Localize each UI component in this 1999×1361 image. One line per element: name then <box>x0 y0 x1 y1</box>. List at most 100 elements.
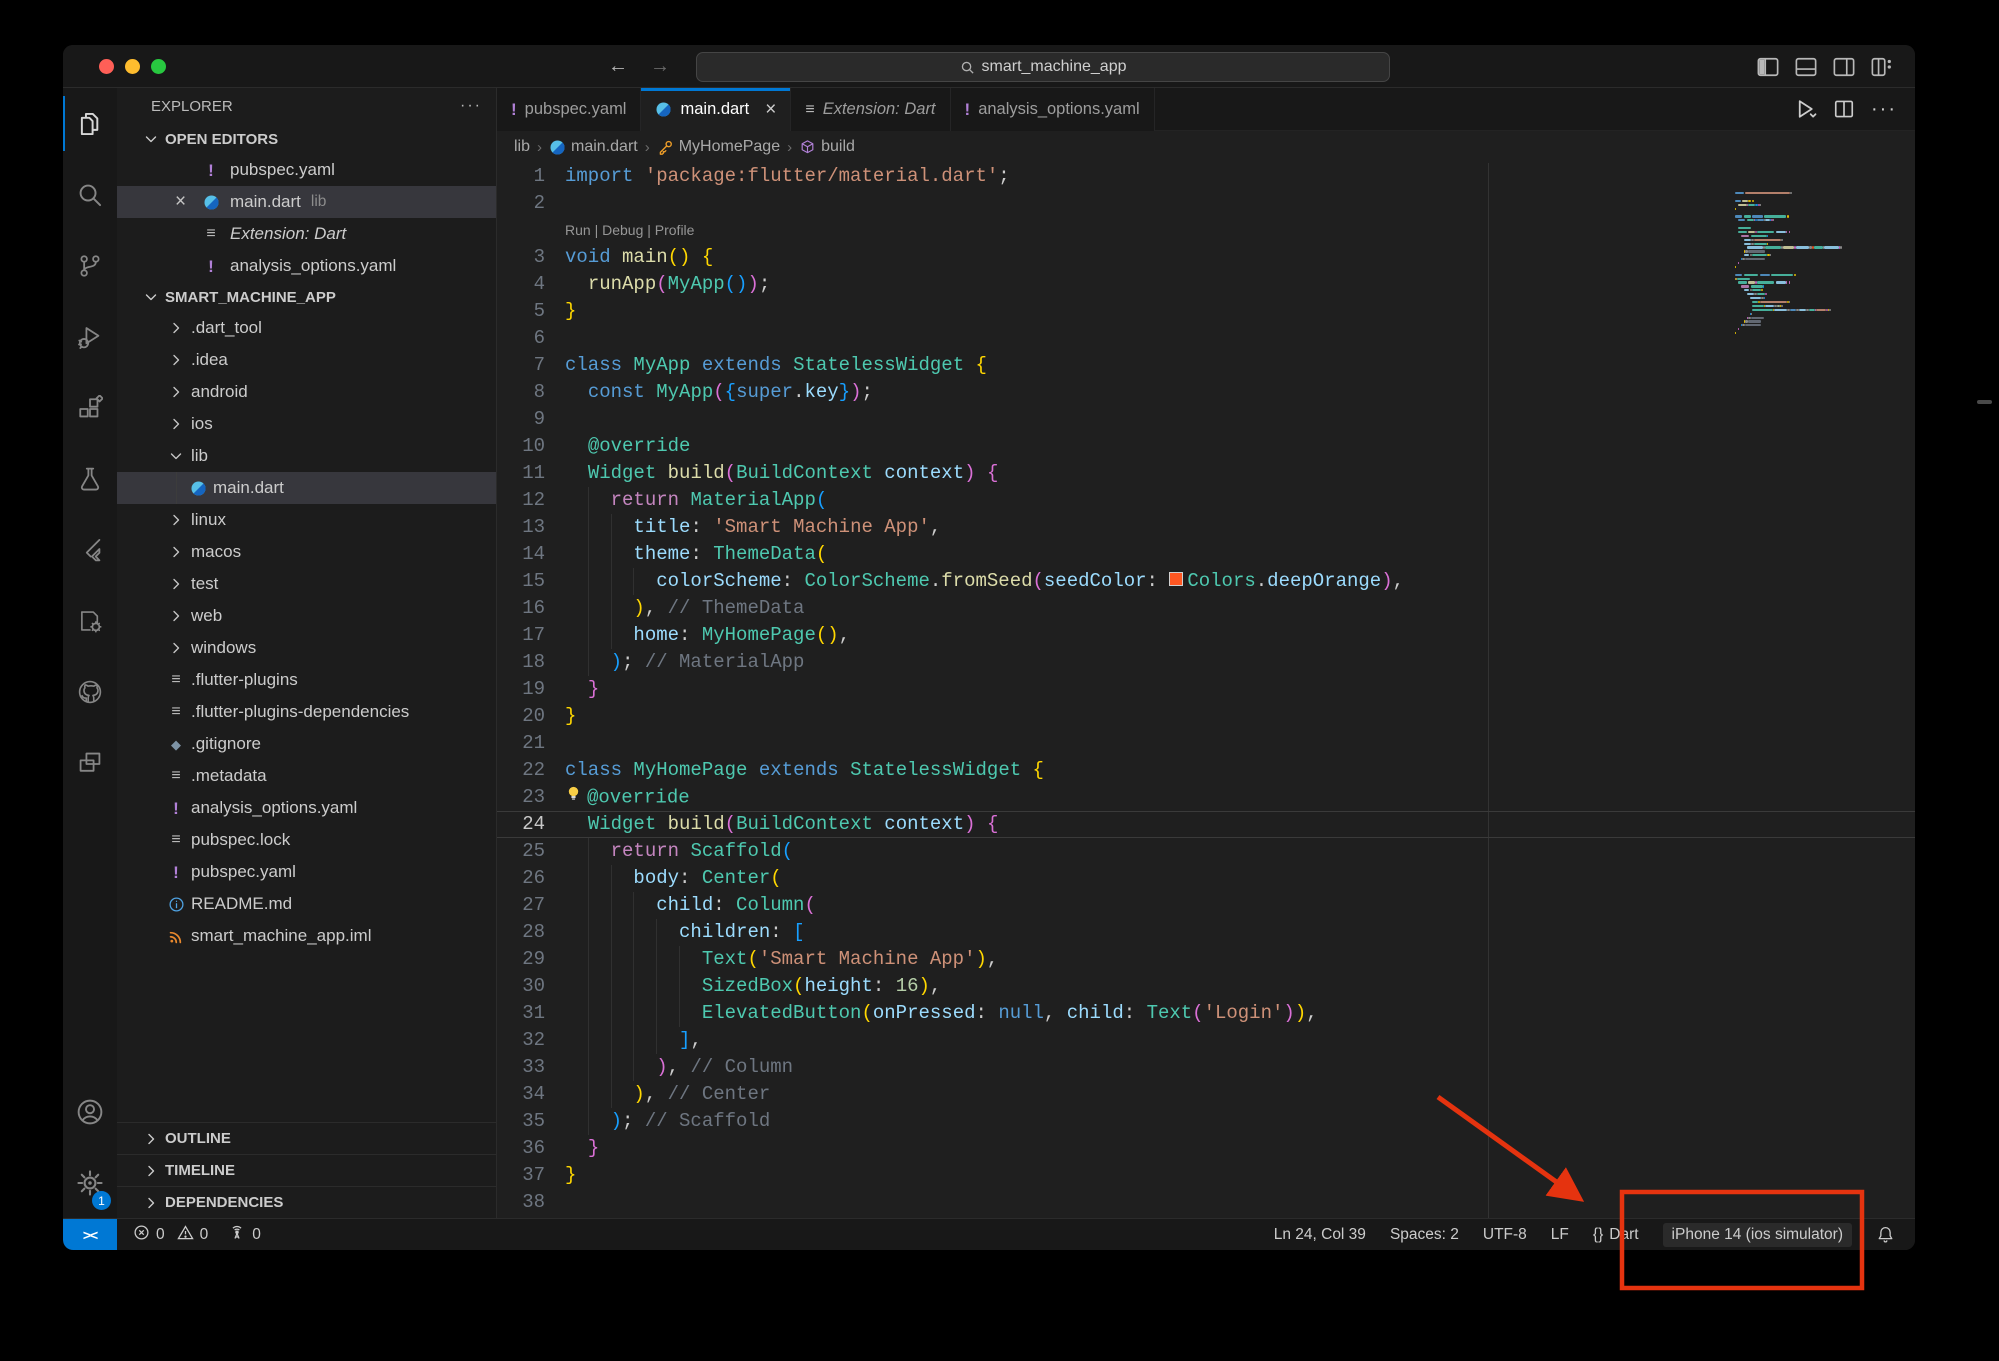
code-line-8[interactable]: 8 const MyApp({super.key}); <box>497 379 1915 406</box>
activity-remote-explorer[interactable] <box>63 727 117 798</box>
code-line-18[interactable]: 18 ); // MaterialApp <box>497 649 1915 676</box>
codelens-row[interactable]: Run | Debug | Profile <box>497 217 1915 244</box>
close-editor-icon[interactable]: × <box>175 191 186 213</box>
activity-project[interactable] <box>63 585 117 656</box>
tree-item--flutter-plugins-dependencies[interactable]: ≡.flutter-plugins-dependencies <box>117 696 496 728</box>
split-editor-icon[interactable] <box>1833 98 1855 120</box>
tree-item--idea[interactable]: .idea <box>117 344 496 376</box>
status-notifications[interactable] <box>1876 1225 1895 1244</box>
ports-indicator[interactable]: 0 <box>228 1223 261 1246</box>
code-line-35[interactable]: 35 ); // Scaffold <box>497 1108 1915 1135</box>
open-editors-header[interactable]: OPEN EDITORS <box>117 124 496 154</box>
code-line-37[interactable]: 37} <box>497 1162 1915 1189</box>
navigate-forward-button[interactable]: → <box>650 55 670 78</box>
code-line-33[interactable]: 33 ), // Column <box>497 1054 1915 1081</box>
section-timeline[interactable]: TIMELINE <box>117 1154 496 1186</box>
code-line-19[interactable]: 19 } <box>497 676 1915 703</box>
tree-item-main-dart[interactable]: main.dart <box>117 472 496 504</box>
lightbulb-icon[interactable] <box>565 784 587 811</box>
code-line-28[interactable]: 28 children: [ <box>497 919 1915 946</box>
code-line-7[interactable]: 7class MyApp extends StatelessWidget { <box>497 352 1915 379</box>
tree-item-lib[interactable]: lib <box>117 440 496 472</box>
run-or-debug-icon[interactable] <box>1793 97 1817 121</box>
layout-customize-icon[interactable] <box>1871 56 1893 78</box>
code-line-4[interactable]: 4 runApp(MyApp()); <box>497 271 1915 298</box>
project-root-header[interactable]: SMART_MACHINE_APP <box>117 282 496 312</box>
code-line-15[interactable]: 15 colorScheme: ColorScheme.fromSeed(see… <box>497 568 1915 595</box>
code-line-14[interactable]: 14 theme: ThemeData( <box>497 541 1915 568</box>
code-line-17[interactable]: 17 home: MyHomePage(), <box>497 622 1915 649</box>
close-tab-icon[interactable]: × <box>765 99 776 121</box>
tree-item--gitignore[interactable]: ◆.gitignore <box>117 728 496 760</box>
code-line-3[interactable]: 3void main() { <box>497 244 1915 271</box>
minimize-window-button[interactable] <box>125 59 140 74</box>
close-window-button[interactable] <box>99 59 114 74</box>
code-line-5[interactable]: 5} <box>497 298 1915 325</box>
code-line-30[interactable]: 30 SizedBox(height: 16), <box>497 973 1915 1000</box>
breadcrumb-build[interactable]: build <box>799 138 855 156</box>
code-line-11[interactable]: 11 Widget build(BuildContext context) { <box>497 460 1915 487</box>
activity-explorer[interactable] <box>63 88 117 159</box>
breadcrumb-myhomepage[interactable]: MyHomePage <box>657 138 780 156</box>
color-swatch-deep-orange[interactable] <box>1169 572 1183 586</box>
tab-analysis-options-yaml[interactable]: !analysis_options.yaml <box>951 88 1155 131</box>
tree-item-macos[interactable]: macos <box>117 536 496 568</box>
activity-source-control[interactable] <box>63 230 117 301</box>
code-editor[interactable]: 1import 'package:flutter/material.dart';… <box>497 163 1915 1218</box>
open-editor-analysis-options-yaml[interactable]: !analysis_options.yaml <box>117 250 496 282</box>
code-line-36[interactable]: 36 } <box>497 1135 1915 1162</box>
more-actions-icon[interactable]: ··· <box>1871 99 1897 119</box>
activity-run-debug[interactable] <box>63 301 117 372</box>
code-line-29[interactable]: 29 Text('Smart Machine App'), <box>497 946 1915 973</box>
explorer-more-actions-icon[interactable]: ··· <box>460 97 482 115</box>
tree-item-smart-machine-app-iml[interactable]: smart_machine_app.iml <box>117 920 496 952</box>
layout-panel-icon[interactable] <box>1795 56 1817 78</box>
activity-testing[interactable] <box>63 443 117 514</box>
activity-search[interactable] <box>63 159 117 230</box>
activity-accounts[interactable] <box>63 1076 117 1147</box>
status-cursor-position[interactable]: Ln 24, Col 39 <box>1274 1226 1366 1244</box>
tab-main-dart[interactable]: main.dart× <box>641 88 791 131</box>
code-line-12[interactable]: 12 return MaterialApp( <box>497 487 1915 514</box>
code-line-25[interactable]: 25 return Scaffold( <box>497 838 1915 865</box>
tree-item-pubspec-yaml[interactable]: !pubspec.yaml <box>117 856 496 888</box>
scrollbar-thumb[interactable] <box>1977 400 1992 404</box>
zoom-window-button[interactable] <box>151 59 166 74</box>
tree-item-pubspec-lock[interactable]: ≡pubspec.lock <box>117 824 496 856</box>
activity-settings[interactable]: 1 <box>63 1147 117 1218</box>
open-editor-extension-dart[interactable]: ≡Extension: Dart <box>117 218 496 250</box>
code-line-9[interactable]: 9 <box>497 406 1915 433</box>
code-line-21[interactable]: 21 <box>497 730 1915 757</box>
code-line-26[interactable]: 26 body: Center( <box>497 865 1915 892</box>
activity-flutter[interactable] <box>63 514 117 585</box>
breadcrumb-lib[interactable]: lib <box>514 138 530 156</box>
remote-indicator[interactable]: >< <box>63 1219 117 1250</box>
breadcrumb-main-dart[interactable]: main.dart <box>549 138 638 156</box>
problems-indicator[interactable]: 0 0 <box>133 1224 208 1246</box>
navigate-back-button[interactable]: ← <box>608 55 628 78</box>
status-indentation[interactable]: Spaces: 2 <box>1390 1226 1459 1244</box>
code-line-1[interactable]: 1import 'package:flutter/material.dart'; <box>497 163 1915 190</box>
code-line-22[interactable]: 22class MyHomePage extends StatelessWidg… <box>497 757 1915 784</box>
tree-item--flutter-plugins[interactable]: ≡.flutter-plugins <box>117 664 496 696</box>
code-line-23[interactable]: 23@override <box>497 784 1915 811</box>
code-line-2[interactable]: 2 <box>497 190 1915 217</box>
layout-sidebar-left-icon[interactable] <box>1757 56 1779 78</box>
tree-item-web[interactable]: web <box>117 600 496 632</box>
tree-item-analysis-options-yaml[interactable]: !analysis_options.yaml <box>117 792 496 824</box>
code-line-24[interactable]: 24 Widget build(BuildContext context) { <box>497 811 1915 838</box>
code-line-31[interactable]: 31 ElevatedButton(onPressed: null, child… <box>497 1000 1915 1027</box>
tree-item-android[interactable]: android <box>117 376 496 408</box>
code-line-27[interactable]: 27 child: Column( <box>497 892 1915 919</box>
tree-item--metadata[interactable]: ≡.metadata <box>117 760 496 792</box>
code-line-32[interactable]: 32 ], <box>497 1027 1915 1054</box>
layout-sidebar-right-icon[interactable] <box>1833 56 1855 78</box>
code-line-16[interactable]: 16 ), // ThemeData <box>497 595 1915 622</box>
code-line-6[interactable]: 6 <box>497 325 1915 352</box>
tree-item-ios[interactable]: ios <box>117 408 496 440</box>
tab-extension-dart[interactable]: ≡Extension: Dart <box>791 88 950 131</box>
minimap[interactable] <box>1735 192 1865 340</box>
tree-item-windows[interactable]: windows <box>117 632 496 664</box>
activity-extensions[interactable] <box>63 372 117 443</box>
tree-item--dart-tool[interactable]: .dart_tool <box>117 312 496 344</box>
